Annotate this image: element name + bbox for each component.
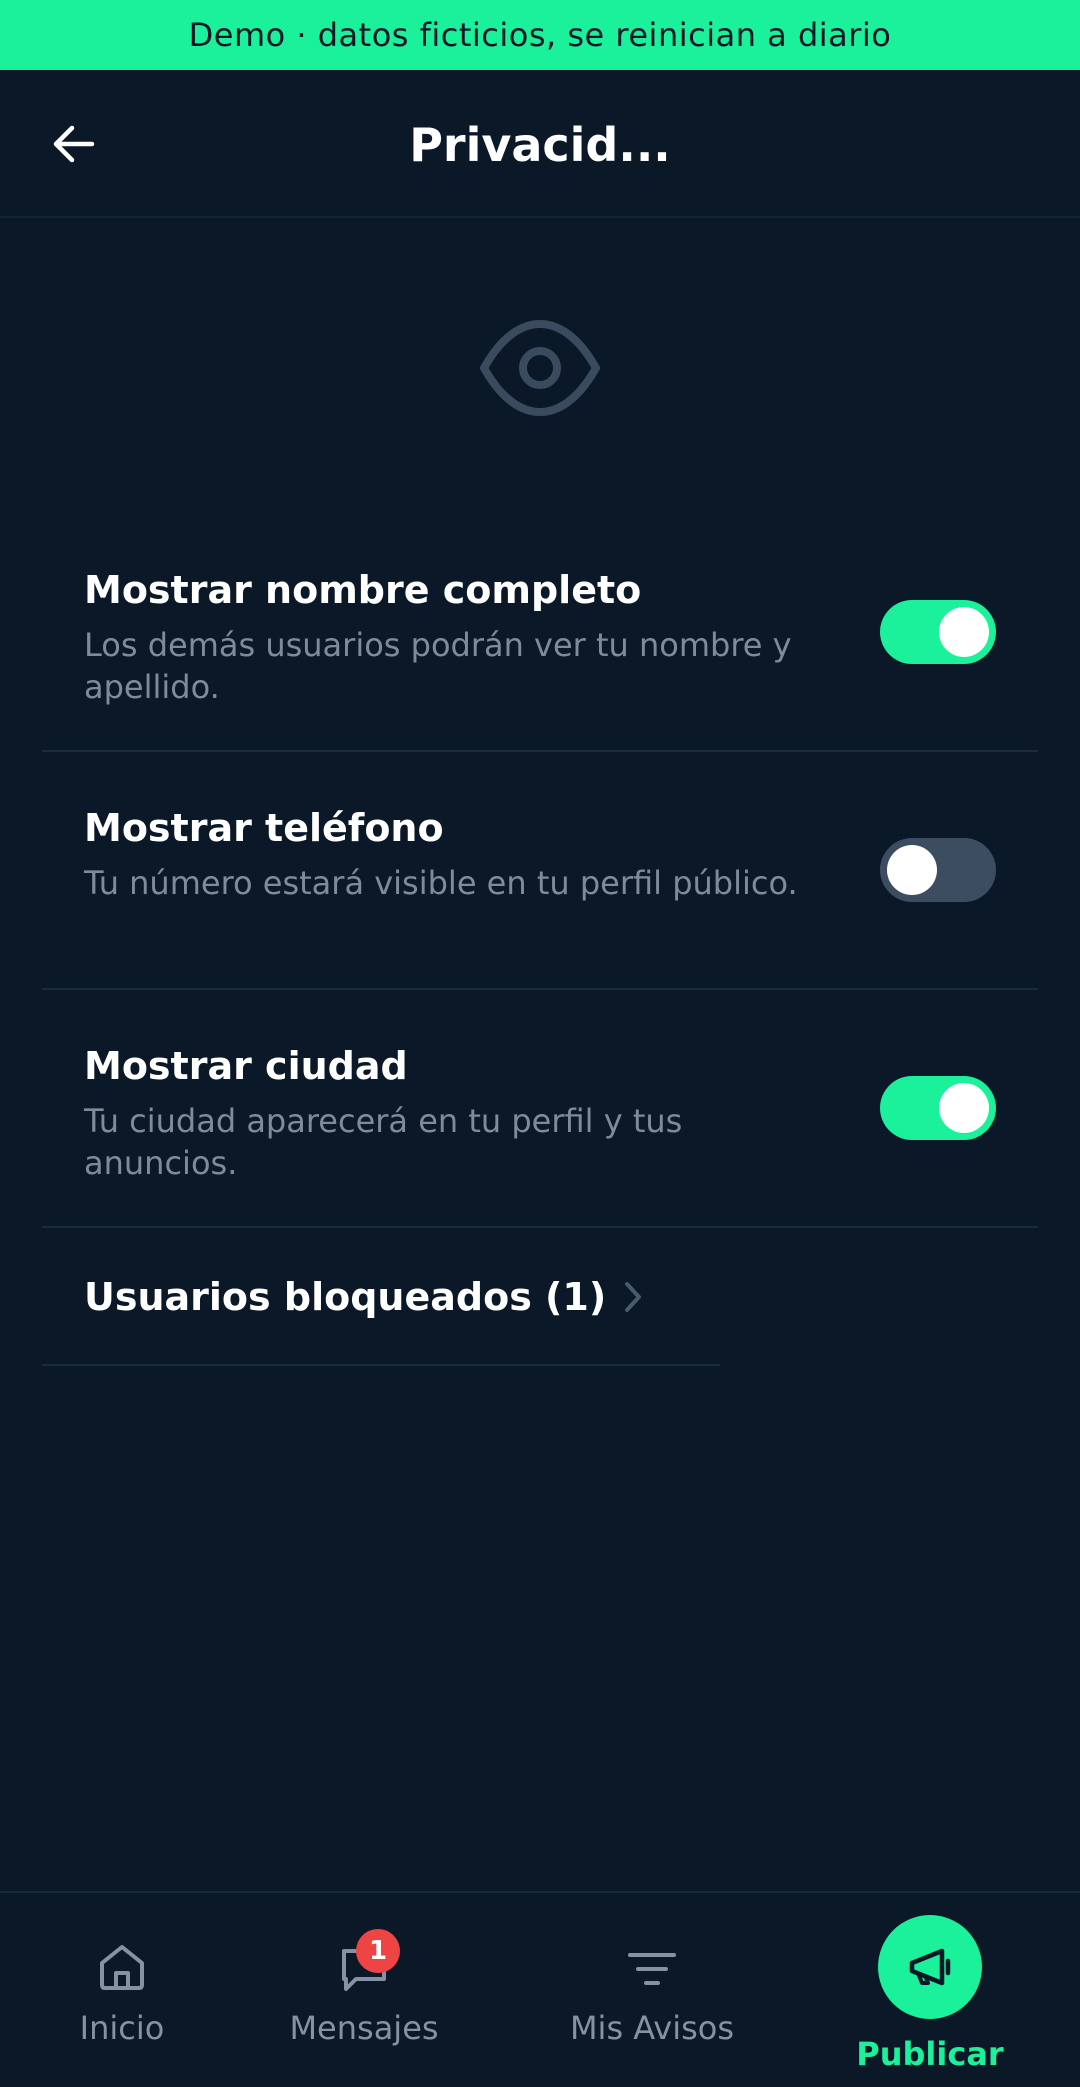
blocked-users-link[interactable]: Usuarios bloqueados (1) [84,1262,644,1332]
bottom-navigation: Inicio 1 Mensajes Mis Avisos Publicar [0,1891,1080,2085]
chevron-right-icon [622,1280,644,1314]
toggle-knob [887,845,937,895]
home-icon [100,1945,144,1990]
nav-label: Mis Avisos [569,2009,735,2047]
nav-item-mensajes[interactable]: 1 Mensajes [274,1893,454,2087]
nav-label: Inicio [79,2009,165,2047]
nav-label: Mensajes [289,2009,439,2047]
back-button[interactable] [40,110,108,178]
toggle-knob [939,1083,989,1133]
divider [42,988,1038,990]
setting-title: Mostrar nombre completo [84,568,642,612]
arrow-left-icon [53,125,95,163]
demo-banner: Demo · datos ficticios, se reinician a d… [0,0,1080,70]
nav-item-publicar[interactable]: Publicar [840,1893,1020,2087]
page-title: Privacid... [409,118,671,172]
setting-title: Mostrar ciudad [84,1044,408,1088]
megaphone-icon [909,1948,951,1986]
unread-badge: 1 [356,1929,400,1973]
setting-description: Los demás usuarios podrán ver tu nombre … [84,626,792,706]
divider [42,1226,1038,1228]
nav-item-inicio[interactable]: Inicio [40,1893,204,2087]
eye-icon [480,320,600,416]
setting-description: Tu número estará visible en tu perfil pú… [84,864,798,902]
blocked-users-label: Usuarios bloqueados (1) [84,1275,607,1319]
nav-label: Publicar [856,2035,1004,2073]
top-app-bar: Privacid... [0,70,1080,218]
nav-item-mis-avisos[interactable]: Mis Avisos [552,1893,752,2087]
toggle-knob [939,607,989,657]
setting-title: Mostrar teléfono [84,806,444,850]
filter-icon [628,1953,676,1985]
show-city-toggle[interactable] [880,1076,996,1140]
show-full-name-toggle[interactable] [880,600,996,664]
publish-button[interactable] [878,1915,982,2019]
divider [42,1364,720,1366]
divider [42,750,1038,752]
setting-description: Tu ciudad aparecerá en tu perfil y tus a… [84,1102,683,1182]
show-phone-toggle[interactable] [880,838,996,902]
